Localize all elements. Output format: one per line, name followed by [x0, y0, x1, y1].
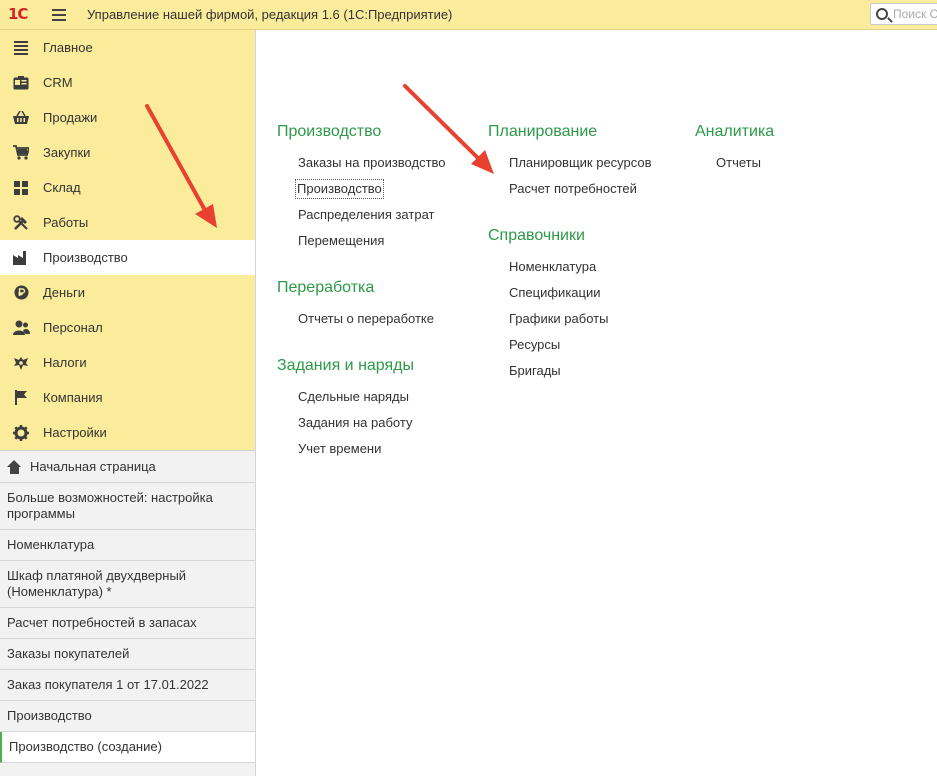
search-input[interactable] [893, 6, 937, 22]
sidebar-item-money[interactable]: Деньги [0, 275, 255, 310]
sidebar-item-label: CRM [43, 75, 73, 90]
section-title-production: Производство [277, 123, 382, 140]
link-teams[interactable]: Бригады [509, 362, 561, 380]
factory-icon [12, 249, 30, 267]
grid-icon [12, 179, 30, 197]
open-window-item[interactable]: Заказ покупателя 1 от 17.01.2022 [0, 670, 255, 701]
cart-icon [12, 144, 30, 162]
sidebar-item-label: Главное [43, 40, 93, 55]
sidebar-item-main[interactable]: Главное [0, 30, 255, 65]
app-logo: 1С [8, 5, 28, 23]
sidebar-item-production[interactable]: Производство [0, 240, 255, 275]
sidebar-item-label: Склад [43, 180, 81, 195]
open-window-item[interactable]: Больше возможностей: настройка программы [0, 483, 255, 530]
open-window-item[interactable]: Производство [0, 701, 255, 732]
crm-icon [12, 74, 30, 92]
sidebar-item-label: Настройки [43, 425, 107, 440]
open-window-item[interactable]: Шкаф платяной двухдверный (Номенклатура)… [0, 561, 255, 608]
link-cost-allocation[interactable]: Распределения затрат [298, 206, 434, 224]
sidebar-item-settings[interactable]: Настройки [0, 415, 255, 450]
sidebar-item-label: Деньги [43, 285, 85, 300]
search-box[interactable] [870, 3, 937, 25]
section-title-catalogs: Справочники [488, 227, 585, 244]
sidebar-item-personnel[interactable]: Персонал [0, 310, 255, 345]
sidebar-item-sales[interactable]: Продажи [0, 100, 255, 135]
tools-icon [12, 214, 30, 232]
link-reports[interactable]: Отчеты [716, 154, 761, 172]
sidebar-item-warehouse[interactable]: Склад [0, 170, 255, 205]
flag-icon [12, 389, 30, 407]
sidebar-item-label: Работы [43, 215, 89, 230]
open-window-item[interactable]: Расчет потребностей в запасах [0, 608, 255, 639]
link-production-orders[interactable]: Заказы на производство [298, 154, 446, 172]
link-specifications[interactable]: Спецификации [509, 284, 601, 302]
link-requirements-calc[interactable]: Расчет потребностей [509, 180, 637, 198]
home-icon [7, 459, 22, 474]
link-production[interactable]: Производство [295, 179, 384, 199]
sidebar-item-purchases[interactable]: Закупки [0, 135, 255, 170]
section-title-planning: Планирование [488, 123, 598, 140]
section-title-analytics: Аналитика [695, 123, 775, 140]
sidebar-item-label: Персонал [43, 320, 103, 335]
lines-icon [12, 39, 30, 57]
sidebar-item-label: Компания [43, 390, 103, 405]
sidebar-item-label: Закупки [43, 145, 91, 160]
basket-icon [12, 109, 30, 127]
section-title-tasks: Задания и наряды [277, 357, 415, 374]
link-piecework-orders[interactable]: Сдельные наряды [298, 388, 409, 406]
sidebar-item-crm[interactable]: CRM [0, 65, 255, 100]
link-processing-reports[interactable]: Отчеты о переработке [298, 310, 434, 328]
sidebar-item-label: Производство [43, 250, 128, 265]
main-menu-icon[interactable] [52, 9, 66, 21]
sidebar-item-taxes[interactable]: Налоги [0, 345, 255, 380]
section-title-processing: Переработка [277, 279, 375, 296]
link-nomenclature[interactable]: Номенклатура [509, 258, 596, 276]
link-transfers[interactable]: Перемещения [298, 232, 384, 250]
people-icon [12, 319, 30, 337]
gear-icon [12, 424, 30, 442]
open-window-item-current[interactable]: Производство (создание) [0, 732, 255, 763]
section-content: Производство Заказы на производство Прои… [256, 30, 937, 776]
sidebar-item-company[interactable]: Компания [0, 380, 255, 415]
top-bar: 1С Управление нашей фирмой, редакция 1.6… [0, 0, 937, 30]
link-resource-planner[interactable]: Планировщик ресурсов [509, 154, 652, 172]
search-icon [876, 8, 888, 20]
open-window-label: Начальная страница [30, 458, 156, 474]
link-work-schedules[interactable]: Графики работы [509, 310, 608, 328]
ruble-icon [12, 284, 30, 302]
open-window-item[interactable]: Номенклатура [0, 530, 255, 561]
sidebar-item-label: Налоги [43, 355, 87, 370]
open-window-home[interactable]: Начальная страница [0, 451, 255, 483]
link-resources[interactable]: Ресурсы [509, 336, 560, 354]
window-title: Управление нашей фирмой, редакция 1.6 (1… [87, 7, 453, 22]
sidebar-item-works[interactable]: Работы [0, 205, 255, 240]
sections-panel: Главное CRM Продажи Закупки Склад Работы… [0, 30, 255, 450]
open-window-item[interactable]: Заказы покупателей [0, 639, 255, 670]
link-time-tracking[interactable]: Учет времени [298, 440, 381, 458]
open-windows-panel: Начальная страница Больше возможностей: … [0, 450, 255, 776]
sidebar-item-label: Продажи [43, 110, 98, 125]
eagle-icon [12, 354, 30, 372]
link-work-tasks[interactable]: Задания на работу [298, 414, 412, 432]
